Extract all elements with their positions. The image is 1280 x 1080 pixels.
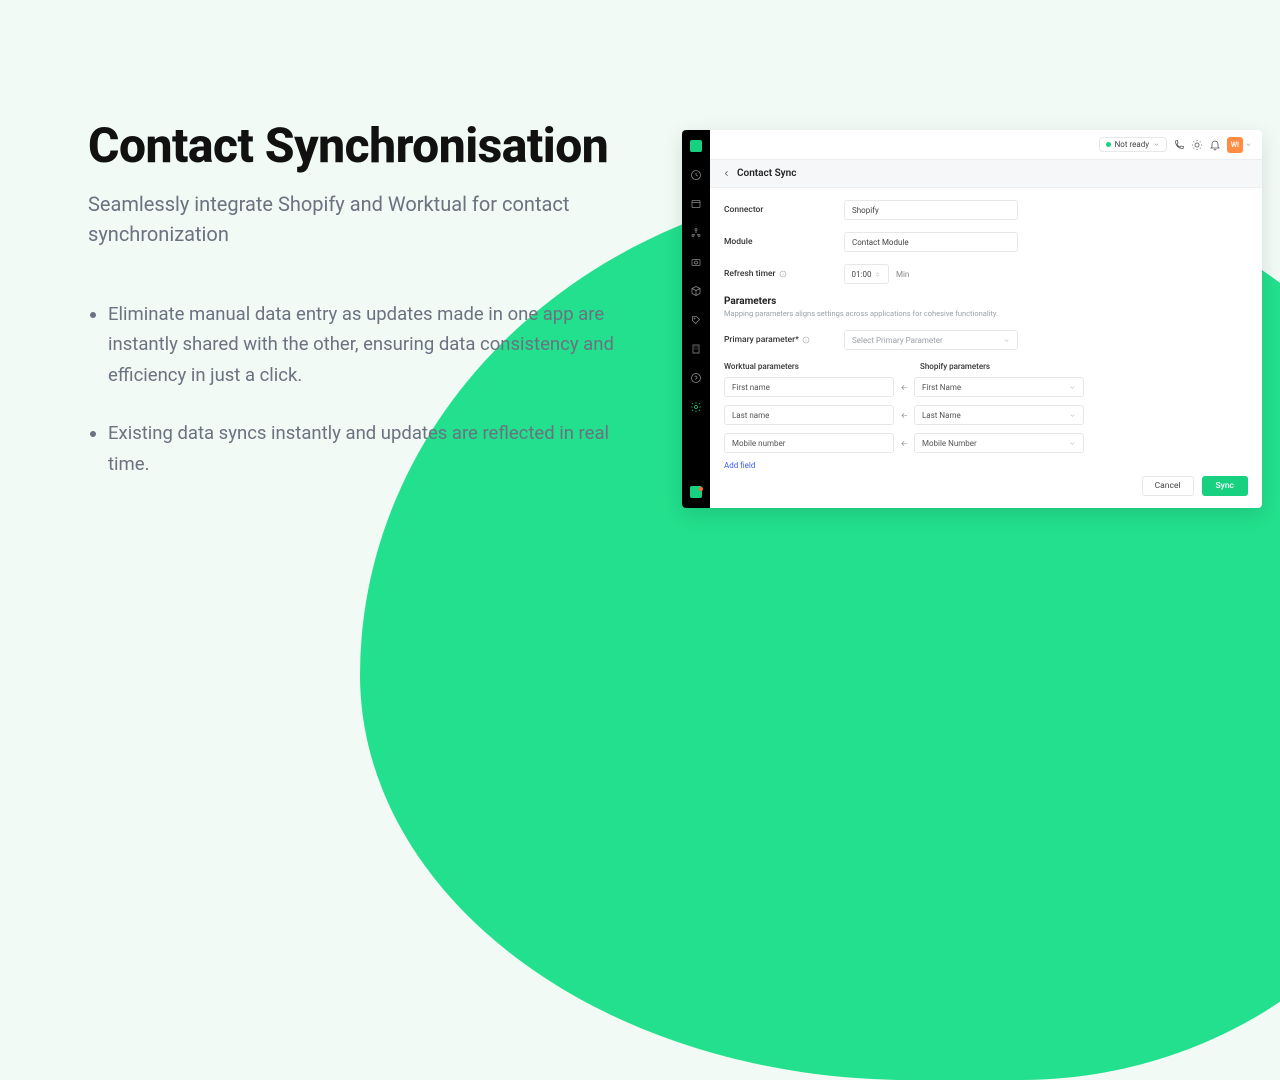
hero-bullet: Existing data syncs instantly and update… <box>108 418 628 479</box>
topbar: Not ready WI <box>710 130 1262 160</box>
chevron-down-icon <box>1069 384 1076 391</box>
dashboard-icon[interactable] <box>690 168 703 181</box>
sync-button[interactable]: Sync <box>1202 476 1248 496</box>
app-switcher-icon[interactable] <box>690 486 702 498</box>
chevron-down-icon <box>1245 141 1252 148</box>
worktual-field[interactable]: Last name <box>724 405 894 425</box>
arrow-left-icon <box>900 439 909 448</box>
arrow-left-icon <box>900 383 909 392</box>
sidebar <box>682 130 710 508</box>
stepper-icon <box>874 271 881 278</box>
mapping-row: Mobile number Mobile Number <box>724 433 1248 453</box>
worktual-column-header: Worktual parameters <box>724 362 920 371</box>
app-logo-icon <box>690 140 702 152</box>
refresh-label: Refresh timer <box>724 269 844 279</box>
camera-icon[interactable] <box>690 255 703 268</box>
chevron-down-icon <box>1069 440 1076 447</box>
inbox-icon[interactable] <box>690 197 703 210</box>
page-titlebar: Contact Sync <box>710 160 1262 188</box>
chevron-down-icon <box>1069 412 1076 419</box>
worktual-field[interactable]: Mobile number <box>724 433 894 453</box>
settings-icon[interactable] <box>690 400 703 413</box>
network-icon[interactable] <box>690 226 703 239</box>
cancel-button[interactable]: Cancel <box>1142 476 1194 496</box>
label-icon[interactable] <box>690 313 703 326</box>
worktual-field[interactable]: First name <box>724 377 894 397</box>
primary-param-label: Primary parameter* <box>724 335 844 345</box>
hero-title: Contact Synchronisation <box>88 120 628 173</box>
arrow-left-icon <box>900 411 909 420</box>
shopify-field-dropdown[interactable]: First Name <box>914 377 1084 397</box>
package-icon[interactable] <box>690 284 703 297</box>
connector-field[interactable]: Shopify <box>844 200 1018 220</box>
hero-subtitle: Seamlessly integrate Shopify and Worktua… <box>88 189 628 249</box>
status-dropdown[interactable]: Not ready <box>1099 137 1167 152</box>
info-icon <box>779 270 787 278</box>
module-field[interactable]: Contact Module <box>844 232 1018 252</box>
connector-label: Connector <box>724 205 844 215</box>
status-dot-icon <box>1106 142 1111 147</box>
building-icon[interactable] <box>690 342 703 355</box>
add-field-link[interactable]: Add field <box>724 461 1248 468</box>
app-window: Not ready WI Contact Sync Connector Shop… <box>682 130 1262 508</box>
parameters-subtitle: Mapping parameters aligns settings acros… <box>724 309 1248 318</box>
mapping-row: Last name Last Name <box>724 405 1248 425</box>
refresh-stepper[interactable]: 01:00 <box>844 264 889 284</box>
help-icon[interactable] <box>690 371 703 384</box>
module-label: Module <box>724 237 844 247</box>
chevron-down-icon <box>1153 141 1160 148</box>
status-label: Not ready <box>1115 140 1149 149</box>
shopify-field-dropdown[interactable]: Last Name <box>914 405 1084 425</box>
refresh-unit: Min <box>896 270 909 279</box>
user-menu[interactable]: WI <box>1227 137 1252 153</box>
mapping-row: First name First Name <box>724 377 1248 397</box>
hero-bullet: Eliminate manual data entry as updates m… <box>108 299 628 391</box>
avatar: WI <box>1227 137 1243 153</box>
bell-icon[interactable] <box>1209 139 1221 151</box>
back-icon[interactable] <box>722 169 731 178</box>
parameters-title: Parameters <box>724 296 1248 307</box>
shopify-field-dropdown[interactable]: Mobile Number <box>914 433 1084 453</box>
sun-icon[interactable] <box>1191 139 1203 151</box>
info-icon <box>802 336 810 344</box>
page-title: Contact Sync <box>737 168 796 179</box>
phone-icon[interactable] <box>1173 139 1185 151</box>
primary-param-dropdown[interactable]: Select Primary Parameter <box>844 330 1018 350</box>
chevron-down-icon <box>1003 337 1010 344</box>
shopify-column-header: Shopify parameters <box>920 362 990 371</box>
